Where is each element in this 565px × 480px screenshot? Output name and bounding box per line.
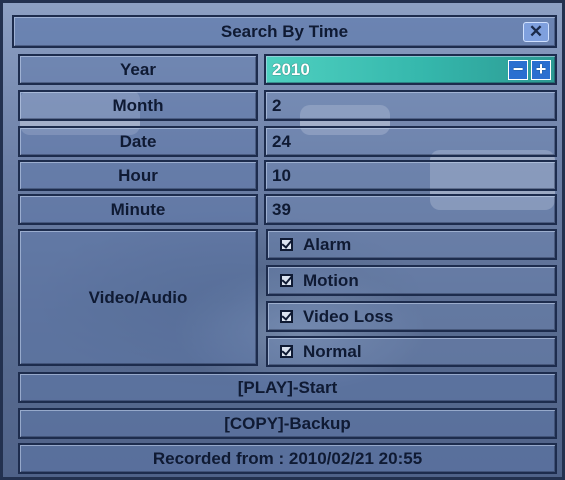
hour-value: 10 bbox=[272, 165, 291, 185]
year-field[interactable]: 2010 − + bbox=[264, 54, 557, 85]
dialog-title-bar: Search By Time ✕ bbox=[12, 15, 557, 48]
video-audio-label-text: Video/Audio bbox=[88, 287, 188, 307]
minute-label: Minute bbox=[18, 194, 258, 225]
checkbox-checked-icon bbox=[280, 345, 293, 358]
dialog-title: Search By Time bbox=[220, 21, 349, 41]
month-label-text: Month bbox=[112, 95, 164, 115]
video-audio-label: Video/Audio bbox=[18, 229, 258, 366]
minute-value: 39 bbox=[272, 199, 291, 219]
play-start-label: [PLAY]-Start bbox=[237, 377, 338, 397]
alarm-option-label: Alarm bbox=[303, 234, 352, 254]
year-label: Year bbox=[18, 54, 258, 85]
copy-backup-button[interactable]: [COPY]-Backup bbox=[18, 408, 557, 439]
motion-checkbox[interactable]: Motion bbox=[266, 265, 557, 296]
month-value: 2 bbox=[272, 95, 282, 115]
hour-field[interactable]: 10 bbox=[264, 160, 557, 191]
normal-checkbox[interactable]: Normal bbox=[266, 336, 557, 367]
date-label: Date bbox=[18, 126, 258, 157]
checkbox-checked-icon bbox=[280, 310, 293, 323]
recorded-from-status: Recorded from : 2010/02/21 20:55 bbox=[18, 443, 557, 474]
hour-label-text: Hour bbox=[118, 165, 158, 185]
date-value: 24 bbox=[272, 131, 291, 151]
video-loss-option-label: Video Loss bbox=[303, 306, 394, 326]
date-label-text: Date bbox=[119, 131, 157, 151]
play-start-button[interactable]: [PLAY]-Start bbox=[18, 372, 557, 403]
minute-field[interactable]: 39 bbox=[264, 194, 557, 225]
copy-backup-label: [COPY]-Backup bbox=[224, 413, 351, 433]
month-field[interactable]: 2 bbox=[264, 90, 557, 121]
close-icon[interactable]: ✕ bbox=[523, 22, 549, 42]
checkbox-checked-icon bbox=[280, 274, 293, 287]
plus-icon[interactable]: + bbox=[531, 60, 551, 80]
month-label: Month bbox=[18, 90, 258, 121]
year-value: 2010 bbox=[272, 59, 310, 79]
video-loss-checkbox[interactable]: Video Loss bbox=[266, 301, 557, 332]
minus-icon[interactable]: − bbox=[508, 60, 528, 80]
checkbox-checked-icon bbox=[280, 238, 293, 251]
hour-label: Hour bbox=[18, 160, 258, 191]
recorded-from-text: Recorded from : 2010/02/21 20:55 bbox=[152, 448, 423, 468]
date-field[interactable]: 24 bbox=[264, 126, 557, 157]
year-label-text: Year bbox=[120, 59, 156, 79]
minute-label-text: Minute bbox=[110, 199, 166, 219]
alarm-checkbox[interactable]: Alarm bbox=[266, 229, 557, 260]
motion-option-label: Motion bbox=[303, 270, 359, 290]
normal-option-label: Normal bbox=[303, 341, 362, 361]
